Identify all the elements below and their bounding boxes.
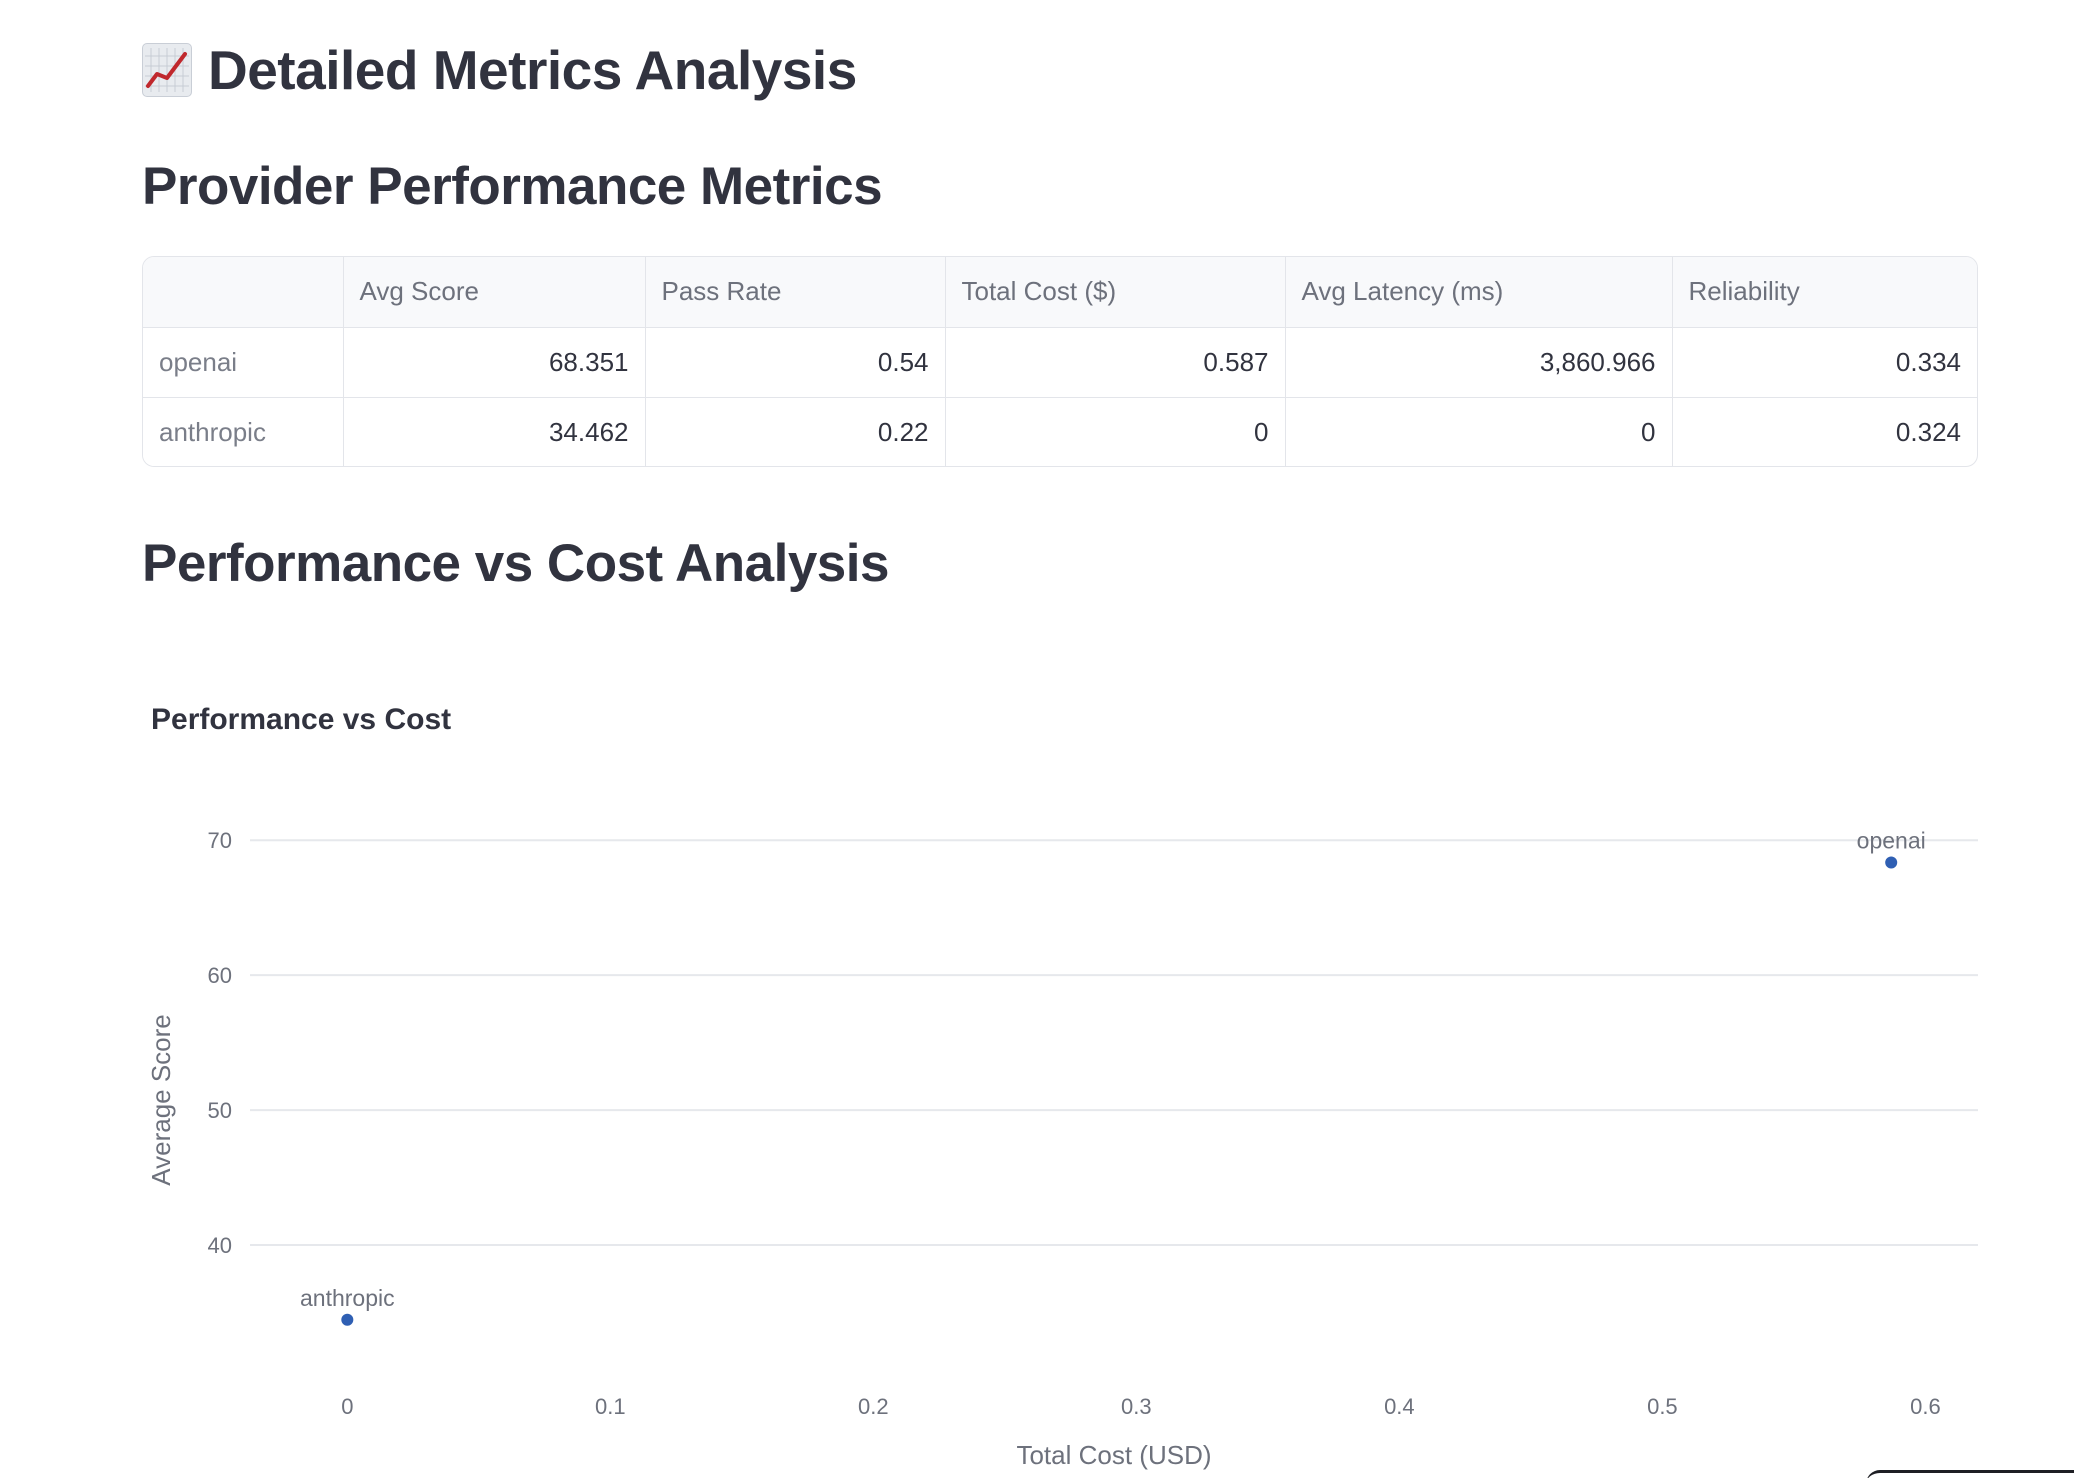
x-axis-label: Total Cost (USD)	[1016, 1440, 1211, 1470]
x-tick-label: 0.3	[1121, 1394, 1152, 1419]
scatter-chart[interactable]: 40 50 60 70 0 0.1 0.2 0.3 0.4 0.5 0.6 Total Cost (U…	[0, 0, 2074, 1478]
y-tick-label: 60	[208, 963, 232, 988]
y-tick-label: 40	[208, 1233, 232, 1258]
page: Detailed Metrics Analysis Provider Perfo…	[0, 0, 2074, 1478]
data-point-anthropic[interactable]	[341, 1313, 354, 1326]
data-point-openai[interactable]	[1885, 856, 1898, 869]
y-axis-label: Average Score	[146, 1014, 176, 1186]
x-tick-label: 0	[341, 1394, 353, 1419]
y-tick-label: 70	[208, 828, 232, 853]
x-tick-label: 0.1	[595, 1394, 626, 1419]
x-tick-label: 0.6	[1910, 1394, 1941, 1419]
corner-widget	[1866, 1470, 2074, 1478]
y-tick-label: 50	[208, 1098, 232, 1123]
x-tick-label: 0.2	[858, 1394, 889, 1419]
data-label-anthropic: anthropic	[300, 1285, 395, 1311]
data-label-openai: openai	[1857, 827, 1926, 853]
x-tick-label: 0.4	[1384, 1394, 1415, 1419]
x-tick-label: 0.5	[1647, 1394, 1678, 1419]
